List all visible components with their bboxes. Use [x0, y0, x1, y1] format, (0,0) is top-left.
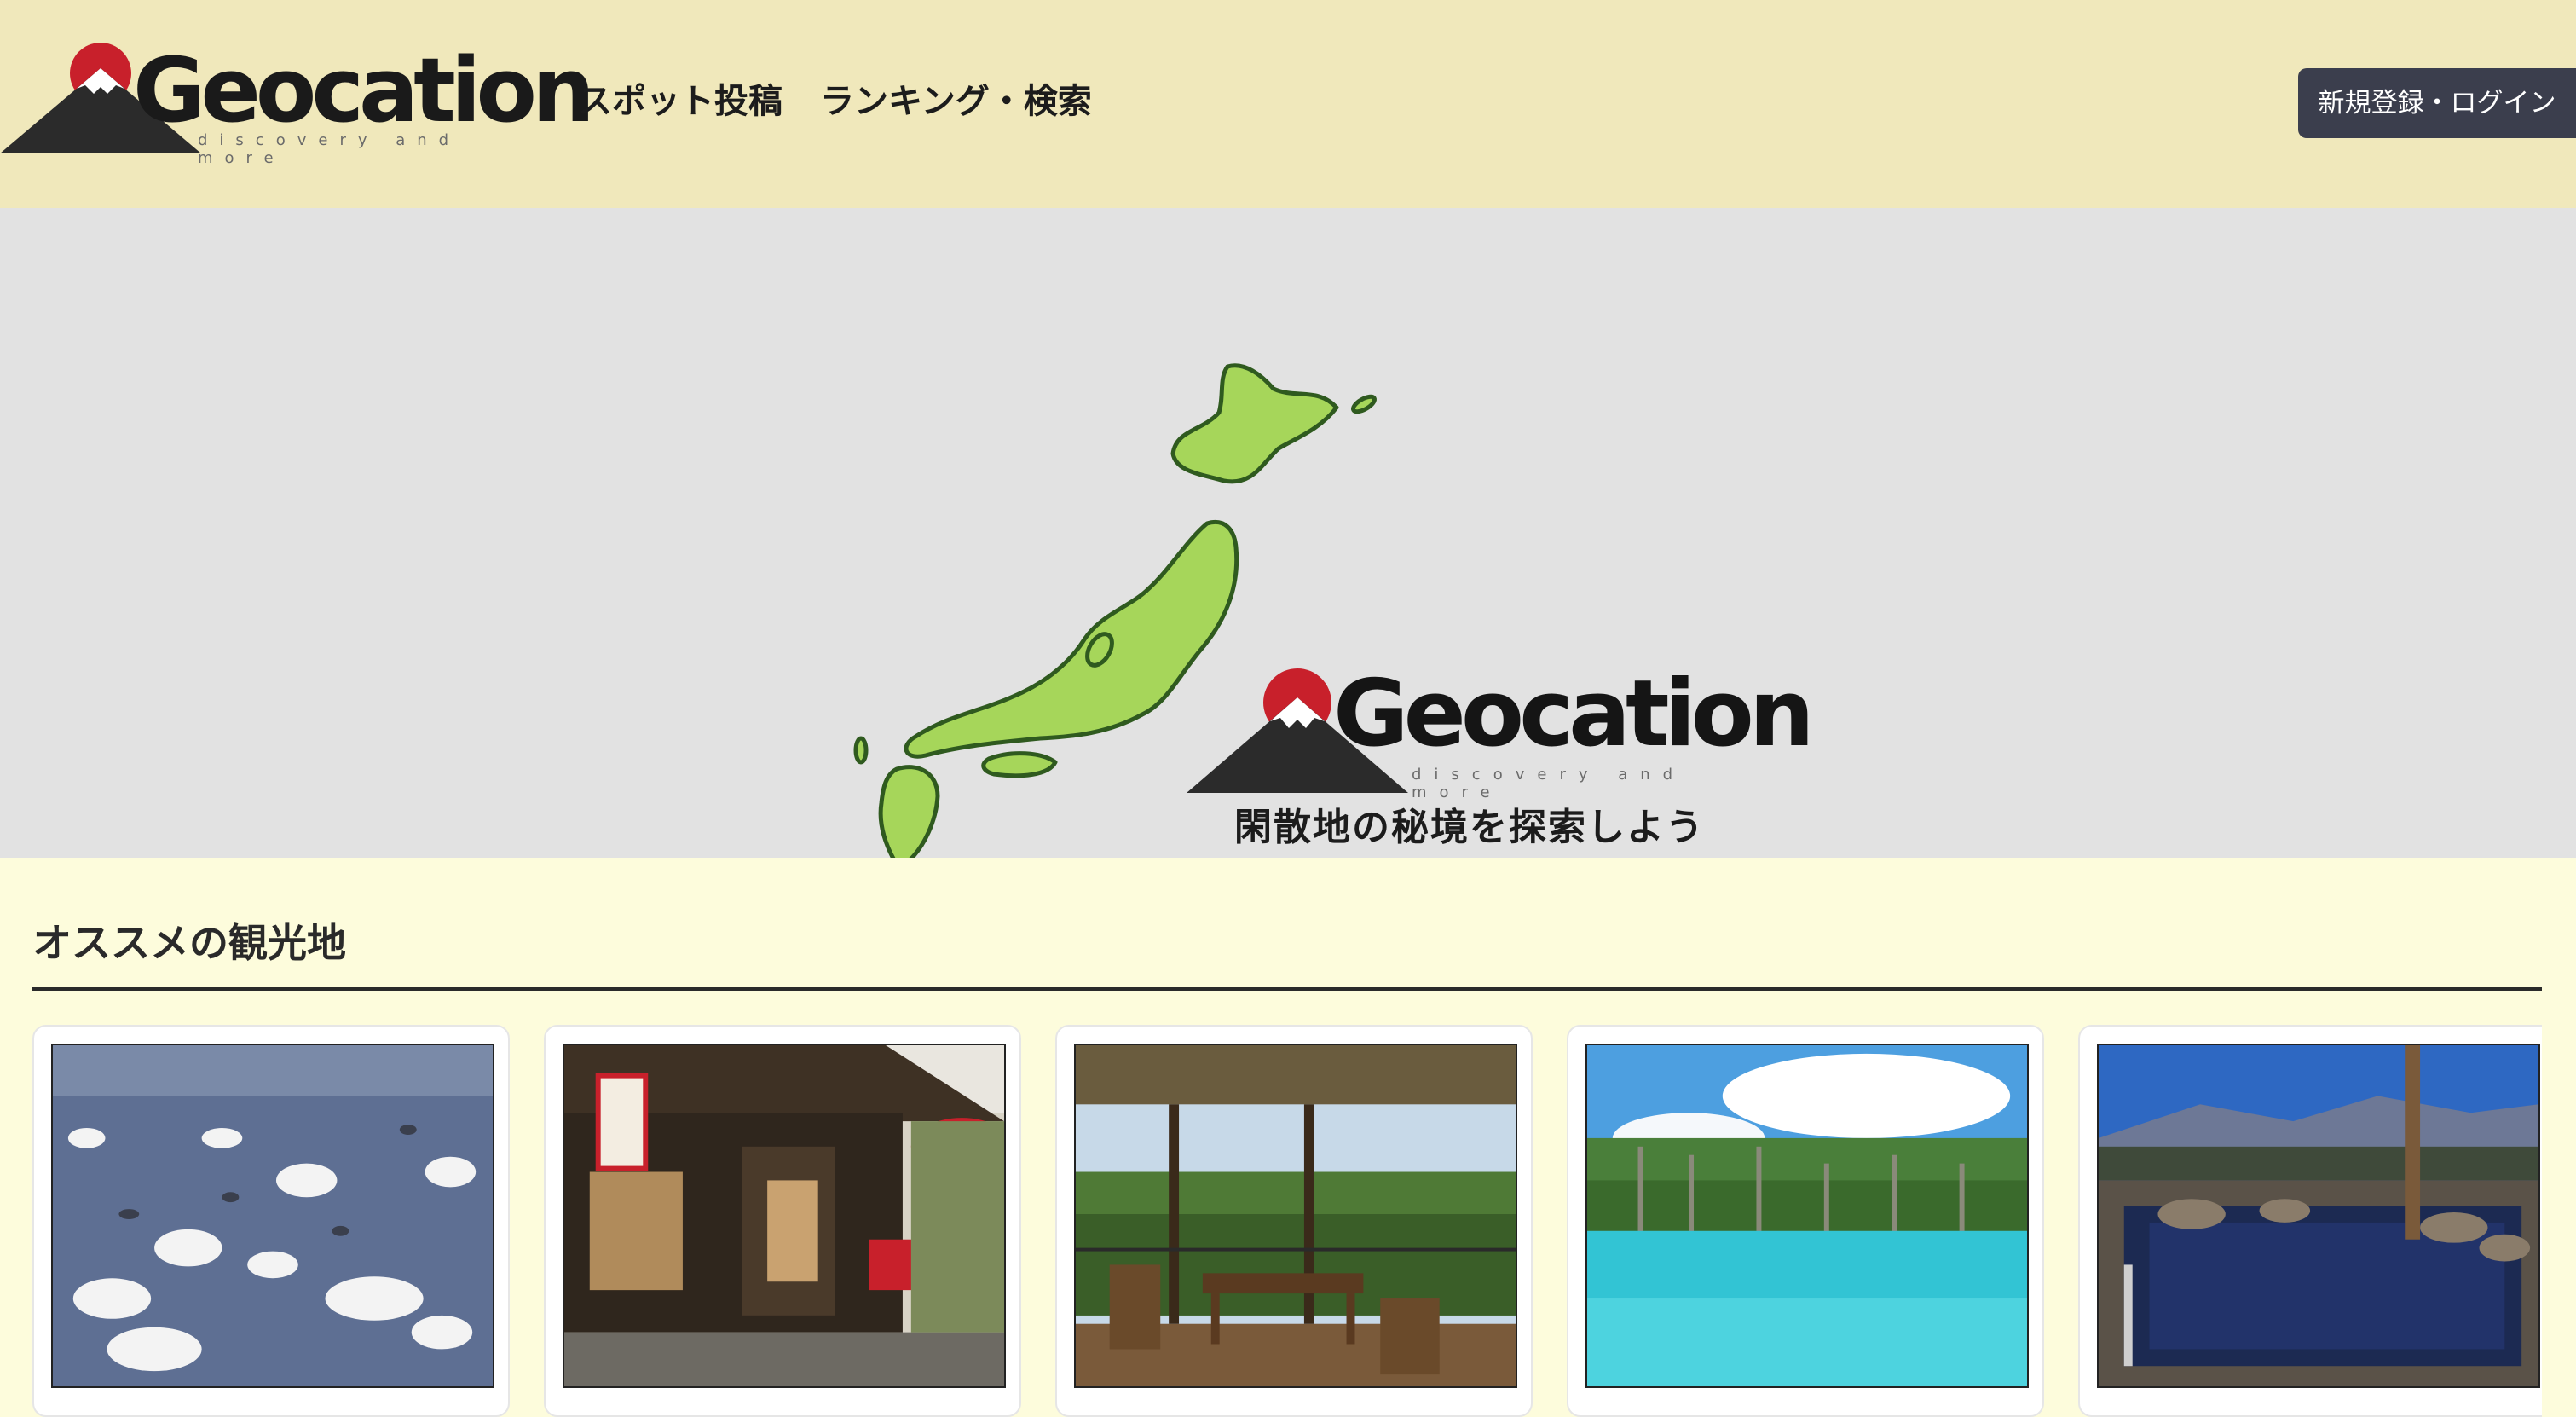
hero-tagline: 閑散地の秘境を探索しよう: [1234, 806, 1705, 849]
spot-card[interactable]: [544, 1025, 1021, 1417]
spot-card[interactable]: [1567, 1025, 2044, 1417]
hero-banner: Geocation discovery and more 閑散地の秘境を探索しよ…: [0, 208, 2576, 858]
logo-wordmark: Geocation: [133, 38, 595, 142]
site-logo[interactable]: Geocation discovery and more: [0, 43, 595, 167]
spot-photo-hot-spring: [2097, 1044, 2540, 1388]
spot-card[interactable]: [32, 1025, 510, 1417]
hero-wordmark: Geocation: [1333, 661, 1815, 767]
spot-photo-blue-pond: [1585, 1044, 2029, 1388]
nav-spot-post-link[interactable]: スポット投稿: [578, 77, 783, 126]
recommended-spots-section: オススメの観光地: [0, 858, 2576, 1417]
logo-tagline: discovery and more: [198, 131, 461, 167]
main-nav: スポット投稿 ランキング・検索: [578, 77, 1092, 126]
hero-logo: Geocation discovery and more 閑散地の秘境を探索しよ…: [1185, 668, 1815, 856]
site-header: Geocation discovery and more スポット投稿 ランキン…: [0, 0, 2576, 208]
spot-card[interactable]: [1055, 1025, 1533, 1417]
spot-photo-teahouse: [563, 1044, 1006, 1388]
signup-login-button[interactable]: 新規登録・ログイン: [2298, 68, 2576, 138]
spot-card[interactable]: [2078, 1025, 2542, 1417]
spot-photo-terrace: [1074, 1044, 1517, 1388]
spot-photo-swans: [51, 1044, 494, 1388]
spot-card-list: [32, 1025, 2542, 1417]
section-divider: [32, 987, 2542, 991]
section-title: オススメの観光地: [32, 920, 346, 966]
nav-ranking-search-link[interactable]: ランキング・検索: [820, 77, 1092, 126]
